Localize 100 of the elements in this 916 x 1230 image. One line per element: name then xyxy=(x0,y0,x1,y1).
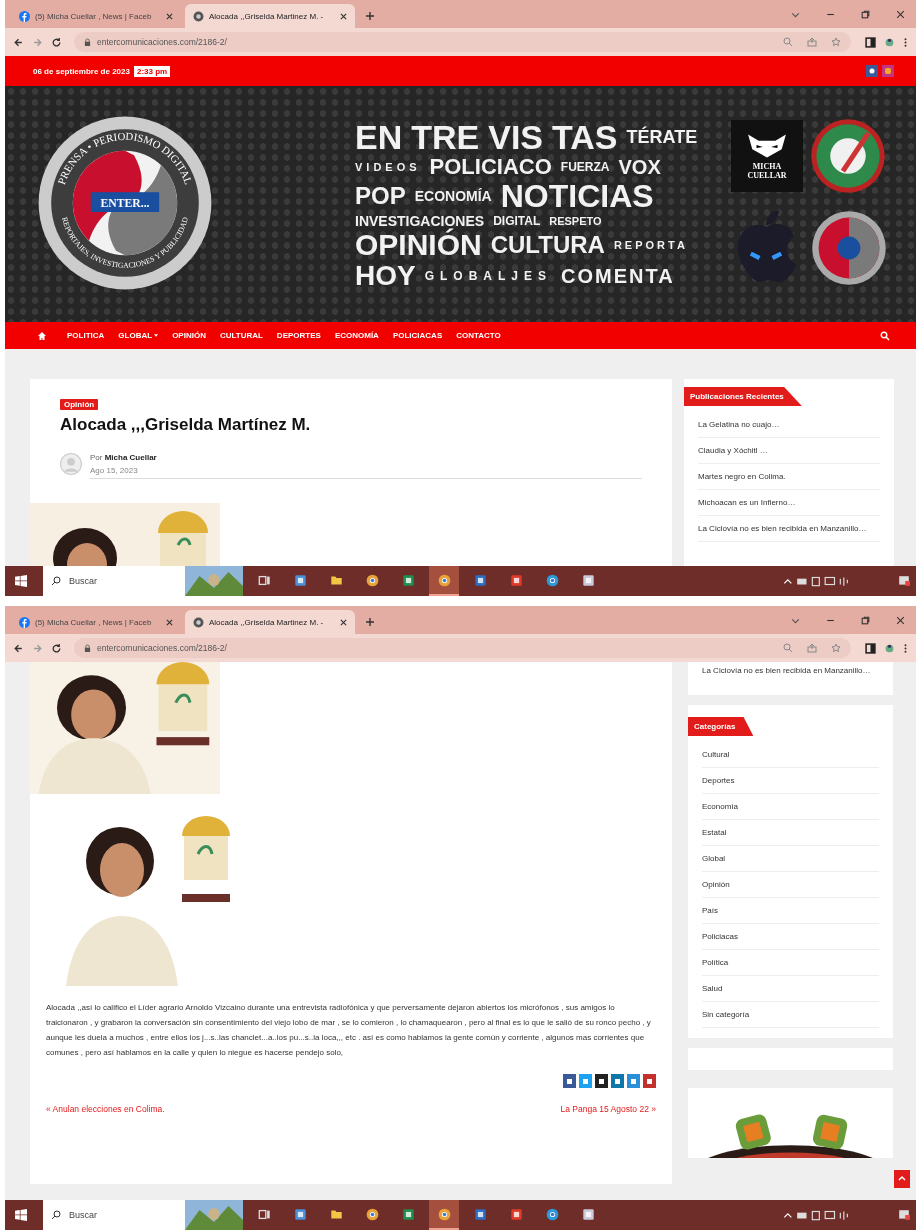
banner-word: TÉRATE xyxy=(626,128,698,146)
reload-icon[interactable] xyxy=(51,642,62,654)
category-link[interactable]: Cultural xyxy=(702,742,879,768)
extension-icon[interactable] xyxy=(884,36,895,48)
facebook-icon xyxy=(19,616,30,628)
globe-icon xyxy=(193,616,204,628)
windows-icon[interactable] xyxy=(15,1209,27,1221)
browser-tab[interactable]: Alocada ,,Griselda Martinez M. - xyxy=(185,4,355,28)
close-icon[interactable] xyxy=(166,12,173,20)
home-icon[interactable] xyxy=(37,330,47,341)
search-field[interactable]: Buscar xyxy=(67,575,161,587)
previous-post-link[interactable]: « Anulan elecciones en Colima. xyxy=(46,1104,165,1114)
restore-icon[interactable] xyxy=(860,615,871,626)
category-link[interactable]: Política xyxy=(702,950,879,976)
lock-icon xyxy=(84,643,91,653)
excel-icon xyxy=(401,1207,415,1221)
notification-icon[interactable] xyxy=(898,575,910,587)
browser-tab[interactable]: (5) Micha Cuellar , News | Faceb xyxy=(11,4,181,28)
sidebar-icon[interactable] xyxy=(865,36,876,48)
address-field[interactable]: entercomunicaciones.com/2186-2/ xyxy=(74,638,851,658)
close-icon[interactable] xyxy=(895,615,906,626)
post-date: Ago 15, 2023 xyxy=(90,466,139,475)
back-icon[interactable] xyxy=(13,642,24,654)
excel-icon xyxy=(401,573,415,587)
restore-icon[interactable] xyxy=(860,9,871,20)
banner-word: INVESTIGACIONES xyxy=(355,214,485,228)
share-button[interactable] xyxy=(563,1074,576,1088)
share-button[interactable] xyxy=(595,1074,608,1088)
mask-logo: MICHA CUELLAR xyxy=(731,120,803,192)
nav-link[interactable]: CONTACTO xyxy=(456,331,501,340)
widget-title: Publicaciones Recientes xyxy=(684,387,802,406)
category-link[interactable]: Estatal xyxy=(702,820,879,846)
nav-link[interactable]: CULTURAL xyxy=(219,331,263,340)
nav-link[interactable]: POLICIACAS xyxy=(392,331,443,340)
banner-word: GLOBALJES xyxy=(424,270,553,282)
widget-title: Categorías xyxy=(688,717,754,736)
close-icon[interactable] xyxy=(340,618,347,626)
next-post-link[interactable]: La Panga 15 Agosto 22 » xyxy=(560,1104,656,1114)
address-field[interactable]: entercomunicaciones.com/2186-2/ xyxy=(74,32,851,52)
browser-icon xyxy=(545,1207,559,1221)
nav-link[interactable]: POLITICA xyxy=(67,331,105,340)
back-icon[interactable] xyxy=(13,36,24,48)
category-link[interactable]: País xyxy=(702,898,879,924)
extension-icon[interactable] xyxy=(884,642,895,654)
sidebar-icon[interactable] xyxy=(865,642,876,654)
article-paragraph: Alocada ,,así lo califico el Líder agrario Arnoldo Vizcaino durante una entrevista radiofónica y que perversamente dejaron abiertos los micrófonos , sus amigos lo traicionaron , y grabaron la conversación sin consentimiento del viejo lobo de mar , se lo comieron , lo chamaquearon , pero al final es lo que le salió de su ronco pecho , y aunque les duela a muchos , entre ellos los j...s..las chanclet...a..los pu...s..la loca,,, etc . así es como hablamos la gente común y corriente , algunos mas corrientes que comunes , pero así hablamos en la calle y quien lo niegue es hacerse pendejo solo, xyxy=(46,1002,652,1059)
pdf-icon xyxy=(509,573,523,587)
post-link[interactable]: Martes negro en Colima. xyxy=(698,464,880,490)
post-link[interactable]: Michoacan es un Infierno… xyxy=(698,490,880,516)
browser-tab[interactable]: Alocada ,,Griselda Martinez M. - xyxy=(185,610,355,634)
banner-word: REPORTA xyxy=(613,239,688,251)
post-link[interactable]: La Gelatina no cuajo… xyxy=(698,412,880,438)
task-view-icon xyxy=(257,573,271,587)
star-icon[interactable] xyxy=(831,37,841,47)
nav-link[interactable]: DEPORTES xyxy=(276,331,321,340)
post-link[interactable]: La Ciclovía no es bien recibida en Manzanillo… xyxy=(698,516,880,542)
scroll-top-button[interactable] xyxy=(894,1170,910,1188)
logo-text: ENTER... xyxy=(100,196,150,210)
menu-icon[interactable] xyxy=(903,36,908,48)
category-link[interactable]: Sin categoría xyxy=(702,1002,879,1028)
article-title: Alocada ,,,Griselda Martínez M. xyxy=(60,415,312,435)
reload-icon[interactable] xyxy=(51,36,62,48)
menu-icon[interactable] xyxy=(903,642,908,654)
browser-tab[interactable]: (5) Micha Cuellar , News | Faceb xyxy=(11,610,181,634)
task-view-icon xyxy=(257,1207,271,1221)
close-icon[interactable] xyxy=(340,12,347,20)
banner-word: COMENTA xyxy=(561,266,675,286)
post-link[interactable]: Claudia y Xóchitl … xyxy=(698,438,880,464)
category-link[interactable]: Economía xyxy=(702,794,879,820)
banner-word: DIGITAL xyxy=(493,215,541,227)
nav-link[interactable]: GLOBAL xyxy=(118,331,159,340)
close-icon[interactable] xyxy=(895,9,906,20)
close-icon[interactable] xyxy=(166,618,173,626)
notification-icon[interactable] xyxy=(898,1209,910,1221)
category-tag[interactable]: Opinión xyxy=(60,399,99,410)
post-link[interactable]: La Ciclovía no es bien recibida en Manzanillo… xyxy=(702,662,893,683)
instagram-icon[interactable] xyxy=(882,65,894,77)
category-link[interactable]: Salud xyxy=(702,976,879,1002)
chrome-icon xyxy=(365,1207,379,1221)
globe-icon xyxy=(193,10,204,22)
windows-icon[interactable] xyxy=(15,575,27,587)
chrome-icon xyxy=(437,573,451,587)
calc-icon xyxy=(293,573,307,587)
new-tab-icon[interactable] xyxy=(365,11,375,21)
nav-link[interactable]: ECONOMÍA xyxy=(334,331,379,340)
search-icon[interactable] xyxy=(880,330,890,341)
category-link[interactable]: Opinión xyxy=(702,872,879,898)
lock-icon xyxy=(84,37,91,47)
nav-link[interactable]: OPINIÓN xyxy=(172,331,206,340)
tool-icon xyxy=(581,1207,595,1221)
banner-word: POLICIACO xyxy=(429,156,552,178)
search-field[interactable]: Buscar xyxy=(67,1209,161,1221)
new-tab-icon[interactable] xyxy=(365,617,375,627)
banner-word: EN xyxy=(355,120,403,154)
social-icon[interactable] xyxy=(866,65,878,77)
category-link[interactable]: Policiacas xyxy=(702,924,879,950)
category-link[interactable]: Deportes xyxy=(702,768,879,794)
banner-word: VIS xyxy=(488,120,544,154)
category-link[interactable]: Global xyxy=(702,846,879,872)
star-icon[interactable] xyxy=(831,643,841,653)
